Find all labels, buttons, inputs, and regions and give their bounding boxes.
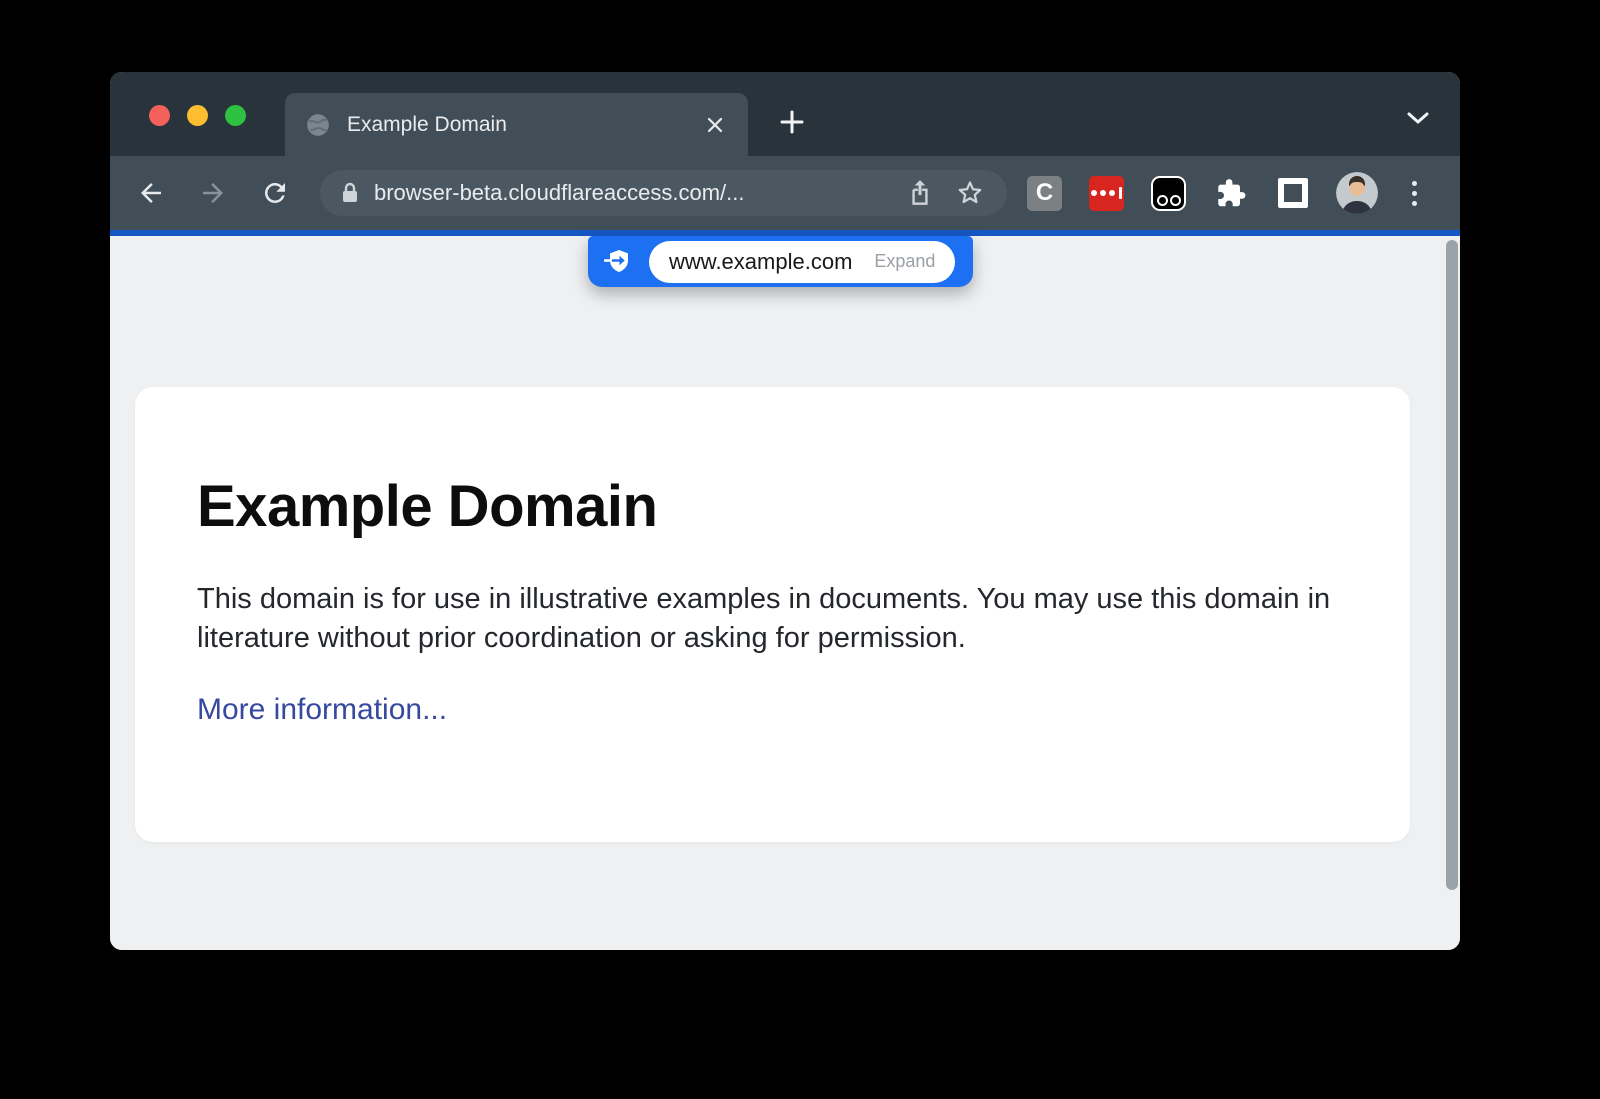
- lastpass-dots-icon: [1089, 176, 1124, 211]
- url-text: browser-beta.cloudflareaccess.com/...: [374, 180, 903, 206]
- tab-example-domain[interactable]: Example Domain: [285, 93, 748, 156]
- isolated-url-pill[interactable]: www.example.com Expand: [649, 241, 955, 283]
- tab-strip: Example Domain: [110, 72, 1460, 156]
- side-panel-icon: [1278, 178, 1308, 208]
- side-panel-button[interactable]: [1275, 176, 1310, 211]
- example-domain-card: Example Domain This domain is for use in…: [135, 387, 1410, 842]
- more-information-link[interactable]: More information...: [197, 693, 447, 727]
- two-lens-icon: [1151, 176, 1186, 211]
- browser-toolbar: browser-beta.cloudflareaccess.com/...: [110, 156, 1460, 230]
- share-button[interactable]: [903, 176, 937, 210]
- window-controls: [149, 105, 246, 126]
- reload-icon: [260, 178, 290, 208]
- share-icon: [907, 178, 933, 208]
- screenshot-stage: Example Domain: [0, 0, 1600, 1099]
- star-icon: [956, 179, 984, 207]
- extensions-row: C: [1027, 176, 1310, 211]
- page-title: Example Domain: [197, 473, 1348, 540]
- extension-camera-button[interactable]: [1151, 176, 1186, 211]
- address-bar[interactable]: browser-beta.cloudflareaccess.com/...: [320, 170, 1007, 216]
- browser-menu-button[interactable]: [1396, 172, 1432, 214]
- reload-button[interactable]: [254, 172, 296, 214]
- page-paragraph: This domain is for use in illustrative e…: [197, 580, 1347, 657]
- profile-avatar[interactable]: [1336, 172, 1378, 214]
- browser-window: Example Domain: [110, 72, 1460, 950]
- maximize-window-button[interactable]: [225, 105, 246, 126]
- back-button[interactable]: [130, 172, 172, 214]
- extension-lastpass-button[interactable]: [1089, 176, 1124, 211]
- avatar-photo: [1336, 172, 1378, 214]
- forward-button[interactable]: [192, 172, 234, 214]
- plus-icon: [779, 109, 805, 135]
- puzzle-icon: [1214, 177, 1247, 210]
- shield-arrow-icon: [604, 247, 634, 277]
- forward-arrow-icon: [198, 178, 228, 208]
- expand-button[interactable]: Expand: [874, 251, 935, 272]
- back-arrow-icon: [136, 178, 166, 208]
- new-tab-button[interactable]: [772, 102, 812, 142]
- isolated-url-text: www.example.com: [669, 249, 852, 275]
- scrollbar-thumb[interactable]: [1446, 240, 1458, 890]
- page-viewport: www.example.com Expand Example Domain Th…: [110, 236, 1460, 950]
- bookmark-button[interactable]: [953, 176, 987, 210]
- isolation-url-popup: www.example.com Expand: [588, 236, 973, 287]
- extensions-menu-button[interactable]: [1213, 176, 1248, 211]
- globe-favicon-icon: [305, 112, 331, 138]
- extension-c-icon: C: [1027, 176, 1062, 211]
- extension-c-button[interactable]: C: [1027, 176, 1062, 211]
- kebab-menu-icon: [1412, 181, 1417, 186]
- tab-title: Example Domain: [347, 113, 702, 137]
- close-window-button[interactable]: [149, 105, 170, 126]
- minimize-window-button[interactable]: [187, 105, 208, 126]
- lock-icon: [340, 181, 360, 205]
- chevron-down-icon: [1405, 109, 1431, 127]
- tab-close-icon[interactable]: [702, 112, 728, 138]
- tab-search-chevron-button[interactable]: [1400, 104, 1436, 132]
